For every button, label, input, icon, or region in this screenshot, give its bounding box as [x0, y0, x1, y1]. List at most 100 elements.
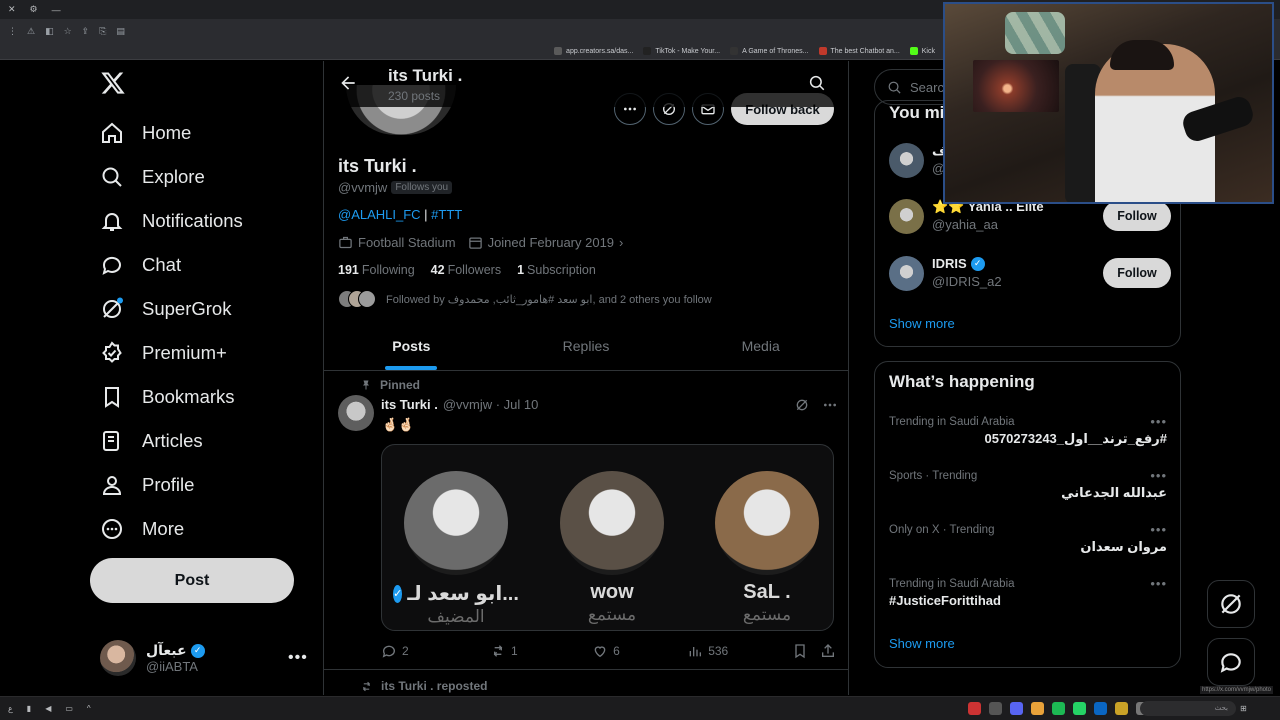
- trend-item[interactable]: Sports · Trending عبدالله الجدعاني •••: [889, 468, 1167, 501]
- screenshot-icon[interactable]: ⎘: [99, 26, 106, 37]
- bookmark-label: app.creators.sa/das...: [566, 47, 634, 55]
- nav-item-chat[interactable]: Chat: [100, 250, 181, 280]
- share-button[interactable]: [820, 643, 836, 659]
- tweet-author[interactable]: its Turki .: [381, 397, 438, 412]
- extension-icon[interactable]: ⚠: [27, 26, 35, 37]
- more-dots-icon[interactable]: [822, 397, 838, 413]
- wifi-icon[interactable]: ▮: [27, 704, 31, 713]
- trend-more-icon[interactable]: •••: [1150, 522, 1167, 537]
- person-icon: [102, 476, 122, 495]
- space-speaker[interactable]: ✓ ابو سعد لـ... المضيف: [393, 471, 519, 627]
- share-icon[interactable]: ⇪: [82, 26, 90, 37]
- post-button[interactable]: Post: [90, 558, 294, 603]
- recommended-account[interactable]: IDRIS ✓ @IDRIS_a2 Follow: [889, 254, 1171, 294]
- show-more-link[interactable]: Show more: [889, 316, 955, 331]
- bookmark-favicon-icon: [554, 47, 563, 55]
- tab-posts[interactable]: Posts: [324, 321, 499, 370]
- bookmark-item[interactable]: The best Chatbot an...: [818, 47, 900, 55]
- bookmark-label: A Game of Thrones...: [742, 47, 809, 55]
- show-more-link[interactable]: Show more: [889, 636, 955, 651]
- tab-search-icon[interactable]: ▤: [116, 26, 125, 37]
- app-icon[interactable]: [968, 702, 981, 715]
- followed-by-avatars: [338, 290, 376, 308]
- incognito-icon[interactable]: ◧: [45, 26, 54, 37]
- avatar: [100, 640, 136, 676]
- like-button[interactable]: 6: [592, 643, 687, 659]
- account-switcher[interactable]: عبعآل ✓ @iiABTA •••: [100, 639, 310, 677]
- minimize-icon[interactable]: —: [52, 5, 61, 15]
- follow-button[interactable]: Follow: [1103, 201, 1171, 231]
- profile-joined[interactable]: Joined February 2019 ›: [468, 235, 623, 250]
- followed-by[interactable]: Followed by ابو سعد #هامور_ثائب, محمدوف,…: [338, 290, 712, 308]
- chat-floating-button[interactable]: [1207, 638, 1255, 686]
- bookmark-favicon-icon: [909, 47, 918, 55]
- bio-hashtag-link[interactable]: #TTT: [431, 207, 462, 222]
- speaker-name-row: ✓ ابو سعد لـ...: [393, 581, 519, 606]
- trend-item[interactable]: Trending in Saudi Arabia #JusticeForittih…: [889, 576, 1167, 608]
- app-icon[interactable]: [1073, 702, 1086, 715]
- taskbar-search[interactable]: بحث: [1140, 701, 1236, 716]
- windows-start-icon[interactable]: ⊞: [1240, 704, 1247, 713]
- trend-title: عبدالله الجدعاني: [1061, 485, 1167, 500]
- bookmark-button[interactable]: [792, 643, 820, 659]
- app-icon[interactable]: [1010, 702, 1023, 715]
- chrome-icon[interactable]: [1031, 702, 1044, 715]
- nav-item-articles[interactable]: Articles: [100, 426, 203, 456]
- repost-button[interactable]: 1: [490, 643, 592, 659]
- app-icon[interactable]: [1094, 702, 1107, 715]
- tweet-handle-date[interactable]: @vvmjw · Jul 10: [443, 397, 539, 412]
- nav-item-premium[interactable]: Premium+: [100, 338, 227, 368]
- space-speaker[interactable]: wow مستمع: [560, 471, 664, 625]
- bookmark-item[interactable]: Kick: [909, 47, 935, 55]
- space-speaker[interactable]: SaL . مستمع: [715, 471, 819, 625]
- subscription-stat[interactable]: 1 Subscription: [517, 263, 596, 277]
- search-icon[interactable]: [808, 74, 826, 92]
- followers-stat[interactable]: 42 Followers: [431, 263, 501, 277]
- trend-item[interactable]: Only on X · Trending مروان سعدان •••: [889, 522, 1167, 555]
- tab-replies[interactable]: Replies: [499, 321, 674, 370]
- star-icon[interactable]: ☆: [64, 26, 72, 37]
- account-name-row: عبعآل ✓: [146, 642, 205, 659]
- nav-item-notifications[interactable]: Notifications: [100, 206, 243, 236]
- nav-item-home[interactable]: Home: [100, 118, 191, 148]
- trend-more-icon[interactable]: •••: [1150, 414, 1167, 429]
- account-more-icon[interactable]: •••: [288, 649, 308, 667]
- chevron-up-icon[interactable]: ^: [87, 704, 91, 713]
- language-indicator[interactable]: ع: [8, 704, 13, 713]
- bookmark-item[interactable]: TikTok - Make Your...: [643, 47, 720, 55]
- menu-dots-icon[interactable]: ⋮: [8, 26, 17, 37]
- nav-item-bookmarks[interactable]: Bookmarks: [100, 382, 235, 412]
- nav-item-explore[interactable]: Explore: [100, 162, 205, 192]
- trend-title: #JusticeForittihad: [889, 593, 1001, 608]
- trend-item[interactable]: Trending in Saudi Arabia #رفع_ترند__اول_0…: [889, 414, 1167, 447]
- space-card[interactable]: ✓ ابو سعد لـ... المضيف wow مستمع SaL . مستمع: [381, 444, 834, 631]
- back-arrow-icon[interactable]: [338, 73, 358, 93]
- bookmark-item[interactable]: A Game of Thrones...: [730, 47, 809, 55]
- tweet-avatar[interactable]: [338, 395, 374, 431]
- trend-more-icon[interactable]: •••: [1150, 576, 1167, 591]
- trend-more-icon[interactable]: •••: [1150, 468, 1167, 483]
- app-icon[interactable]: [989, 702, 1002, 715]
- folder-icon[interactable]: [1115, 702, 1128, 715]
- views-button[interactable]: 536: [687, 643, 792, 659]
- bio-mention-link[interactable]: @ALAHLI_FC: [338, 207, 421, 222]
- divider: [324, 669, 848, 670]
- follow-button[interactable]: Follow: [1103, 258, 1171, 288]
- chat-bubble-icon: [1220, 653, 1241, 673]
- volume-icon[interactable]: ◀: [45, 704, 51, 713]
- app-icon[interactable]: [1052, 702, 1065, 715]
- nav-item-more[interactable]: More: [100, 514, 184, 544]
- bookmark-item[interactable]: app.creators.sa/das...: [554, 47, 633, 55]
- tab-media[interactable]: Media: [673, 321, 848, 370]
- nav-item-profile[interactable]: Profile: [100, 470, 194, 500]
- battery-icon[interactable]: ▭: [65, 704, 73, 713]
- nav-item-supergrok[interactable]: SuperGrok: [100, 294, 231, 324]
- close-window-icon[interactable]: ✕: [8, 4, 16, 15]
- following-stat[interactable]: 191 Following: [338, 263, 415, 277]
- grok-floating-button[interactable]: [1207, 580, 1255, 628]
- reply-icon: [382, 645, 395, 658]
- grok-icon[interactable]: [794, 397, 810, 413]
- settings-icon[interactable]: ⚙: [30, 4, 38, 15]
- x-logo-icon[interactable]: [100, 70, 126, 96]
- reply-button[interactable]: 2: [381, 643, 490, 659]
